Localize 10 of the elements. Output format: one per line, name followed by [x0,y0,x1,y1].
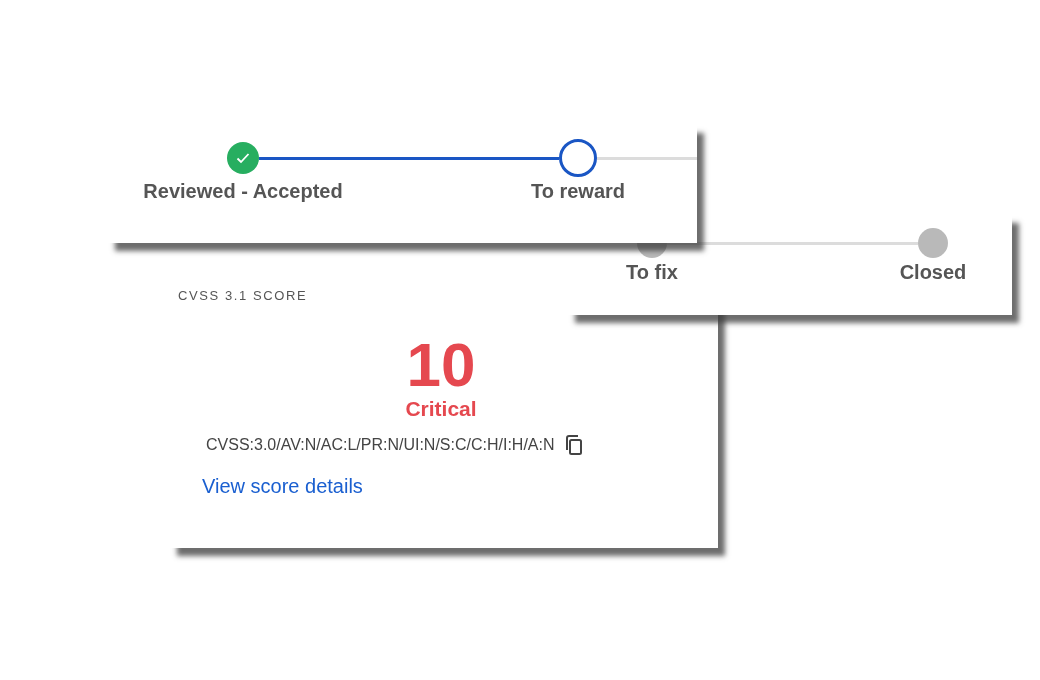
vector-string: CVSS:3.0/AV:N/AC:L/PR:N/UI:N/S:C/C:H/I:H/A:N [206,436,555,454]
severity-label: Critical [405,397,477,421]
step-label: To reward [530,180,626,203]
score-value: 10 [406,333,476,397]
step-label: Closed [899,261,967,284]
step-label: To fix [626,261,678,284]
card-heading: CVSS 3.1 SCORE [178,288,308,303]
step-label: Reviewed - Accepted [143,180,343,203]
score-details-link[interactable]: View score details [202,475,363,498]
copy-icon[interactable] [564,435,583,455]
